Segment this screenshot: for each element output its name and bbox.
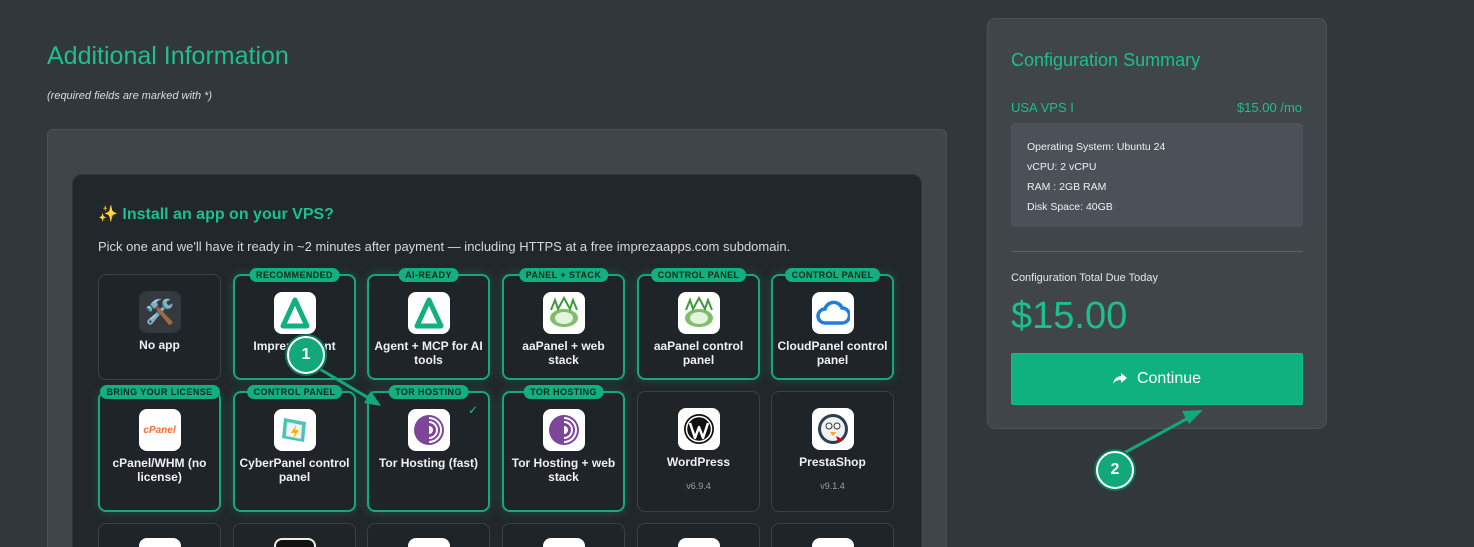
app-version: v9.1.4 — [820, 481, 845, 491]
app-tile-no-app[interactable]: 🛠️ No app — [98, 274, 221, 380]
app-icon — [542, 538, 585, 547]
cpanel-icon: cPanel — [138, 409, 181, 451]
app-tile-row3-2[interactable] — [233, 523, 356, 547]
selected-check-icon: ✓ — [467, 403, 478, 417]
app-icon — [273, 538, 316, 547]
spec-ram: RAM : 2GB RAM — [1027, 181, 1107, 193]
spec-os: Operating System: Ubuntu 24 — [1027, 141, 1166, 153]
app-name: Agent + MCP for AI tools — [374, 339, 483, 367]
app-tile-cpanel[interactable]: BRING YOUR LICENSE cPanel cPanel/WHM (no… — [98, 385, 221, 512]
app-badge: AI-READY — [398, 268, 459, 282]
annotation-marker-1: 1 — [287, 336, 325, 374]
app-badge: RECOMMENDED — [249, 268, 340, 282]
plan-price: $15.00 /mo — [1236, 100, 1302, 115]
install-subtitle: Pick one and we'll have it ready in ~2 m… — [98, 239, 791, 254]
app-tile-row3-6[interactable] — [771, 523, 894, 547]
app-name: CyberPanel control panel — [239, 456, 350, 484]
app-icon — [811, 538, 854, 547]
prestashop-icon — [811, 408, 854, 450]
tor-icon — [407, 409, 450, 451]
total-amount: $15.00 — [1011, 295, 1128, 337]
app-tile-aapanel[interactable]: CONTROL PANEL aaPanel control panel — [637, 268, 760, 380]
total-label: Configuration Total Due Today — [1011, 272, 1158, 284]
wordpress-icon — [677, 408, 720, 450]
app-badge: CONTROL PANEL — [650, 268, 747, 282]
annotation-marker-2: 2 — [1096, 451, 1134, 489]
app-badge: TOR HOSTING — [388, 385, 469, 399]
app-name: aaPanel control panel — [653, 339, 744, 367]
app-tile-aapanel-stack[interactable]: PANEL + STACK aaPanel + web stack — [502, 268, 625, 380]
tools-icon: 🛠️ — [138, 291, 181, 333]
app-badge: CONTROL PANEL — [246, 385, 343, 399]
app-tile-row3-4[interactable] — [502, 523, 625, 547]
app-name: cPanel/WHM (no license) — [112, 456, 207, 484]
summary-divider — [1011, 251, 1303, 252]
app-name: WordPress — [666, 455, 731, 469]
app-tile-cloudpanel[interactable]: CONTROL PANEL CloudPanel control panel — [771, 268, 894, 380]
app-badge: CONTROL PANEL — [784, 268, 881, 282]
plan-name: USA VPS I — [1011, 100, 1074, 115]
delta-icon — [273, 292, 316, 334]
continue-button[interactable]: Continue — [1011, 353, 1303, 405]
app-badge: PANEL + STACK — [518, 268, 609, 282]
app-name: Tor Hosting + web stack — [511, 456, 616, 484]
cloudpanel-icon — [811, 292, 854, 334]
cpanel-logo-text: cPanel — [143, 424, 176, 436]
app-name: No app — [139, 338, 180, 352]
continue-label: Continue — [1136, 370, 1202, 387]
app-tile-agent-mcp[interactable]: AI-READY Agent + MCP for AI tools — [367, 268, 490, 380]
aapanel-icon — [542, 292, 585, 334]
app-tile-tor-stack[interactable]: TOR HOSTING Tor Hosting + web stack — [502, 385, 625, 512]
spec-box: Operating System: Ubuntu 24 vCPU: 2 vCPU… — [1011, 123, 1303, 227]
app-tile-row3-5[interactable] — [637, 523, 760, 547]
app-tile-row3-3[interactable] — [367, 523, 490, 547]
app-badge: TOR HOSTING — [523, 385, 604, 399]
required-note: (required fields are marked with *) — [47, 90, 213, 102]
summary-title: Configuration Summary — [1011, 50, 1201, 70]
app-name: aaPanel + web stack — [522, 339, 605, 367]
delta-icon — [407, 292, 450, 334]
app-tile-row3-1[interactable] — [98, 523, 221, 547]
app-version: v6.9.4 — [686, 481, 711, 491]
app-name: Tor Hosting (fast) — [378, 456, 479, 470]
app-badge: BRING YOUR LICENSE — [99, 385, 220, 399]
configuration-summary: Configuration Summary USA VPS I $15.00 /… — [987, 18, 1327, 429]
share-arrow-icon — [1112, 373, 1127, 384]
aapanel-icon — [677, 292, 720, 334]
app-icon — [677, 538, 720, 547]
spec-disk: Disk Space: 40GB — [1027, 201, 1113, 213]
app-icon — [407, 538, 450, 547]
app-tile-prestashop[interactable]: PrestaShop v9.1.4 — [771, 391, 894, 512]
install-title: ✨ Install an app on your VPS? — [98, 206, 334, 223]
app-name: CloudPanel control panel — [777, 339, 888, 367]
spec-vcpu: vCPU: 2 vCPU — [1027, 161, 1097, 173]
cyberpanel-icon — [273, 409, 316, 451]
app-tile-wordpress[interactable]: WordPress v6.9.4 — [637, 391, 760, 512]
app-icon — [138, 538, 181, 547]
page-title: Additional Information — [47, 42, 289, 70]
tor-icon — [542, 409, 585, 451]
app-name: PrestaShop — [799, 455, 866, 469]
app-tile-cyberpanel[interactable]: CONTROL PANEL CyberPanel control panel — [233, 385, 356, 512]
app-tile-tor-fast[interactable]: TOR HOSTING ✓ Tor Hosting (fast) — [367, 385, 490, 512]
